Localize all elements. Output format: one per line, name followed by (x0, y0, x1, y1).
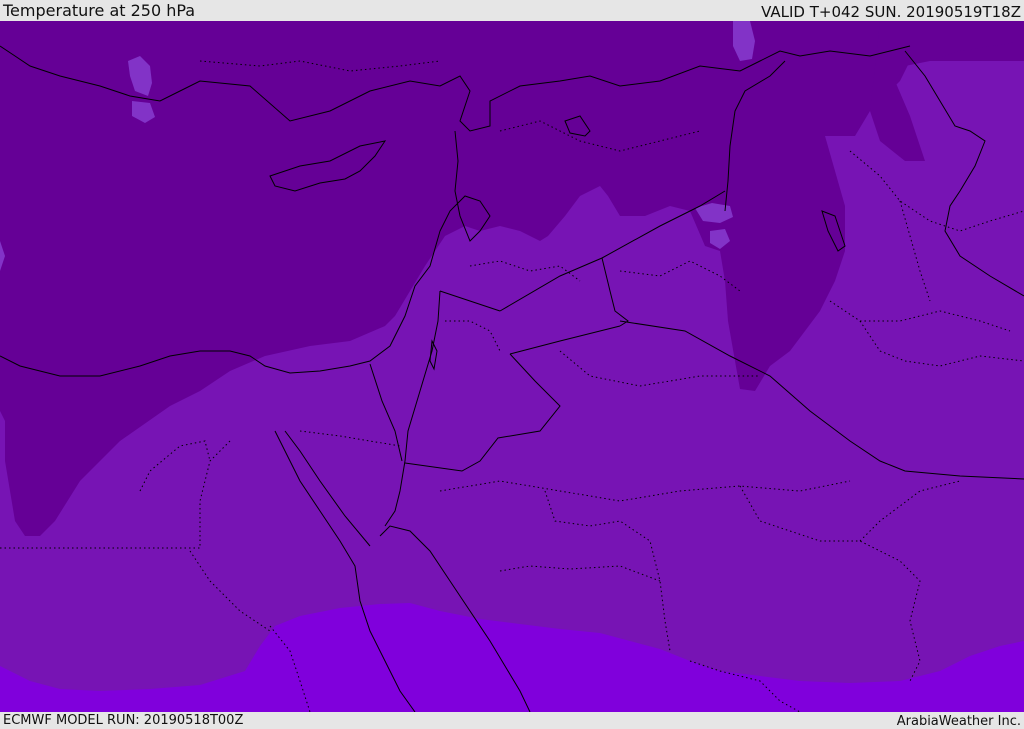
valid-time: VALID T+042 SUN. 20190519T18Z (761, 3, 1021, 21)
map-panel[interactable] (0, 21, 1024, 712)
map-title: Temperature at 250 hPa (3, 1, 196, 20)
temperature-map (0, 21, 1024, 712)
footer-bar: ECMWF MODEL RUN: 20190518T00Z ArabiaWeat… (0, 712, 1024, 729)
header-bar: Temperature at 250 hPa VALID T+042 SUN. … (0, 0, 1024, 21)
weather-map-page: Temperature at 250 hPa VALID T+042 SUN. … (0, 0, 1024, 729)
credit-text: ArabiaWeather Inc. (896, 714, 1021, 729)
model-run: ECMWF MODEL RUN: 20190518T00Z (3, 713, 244, 728)
